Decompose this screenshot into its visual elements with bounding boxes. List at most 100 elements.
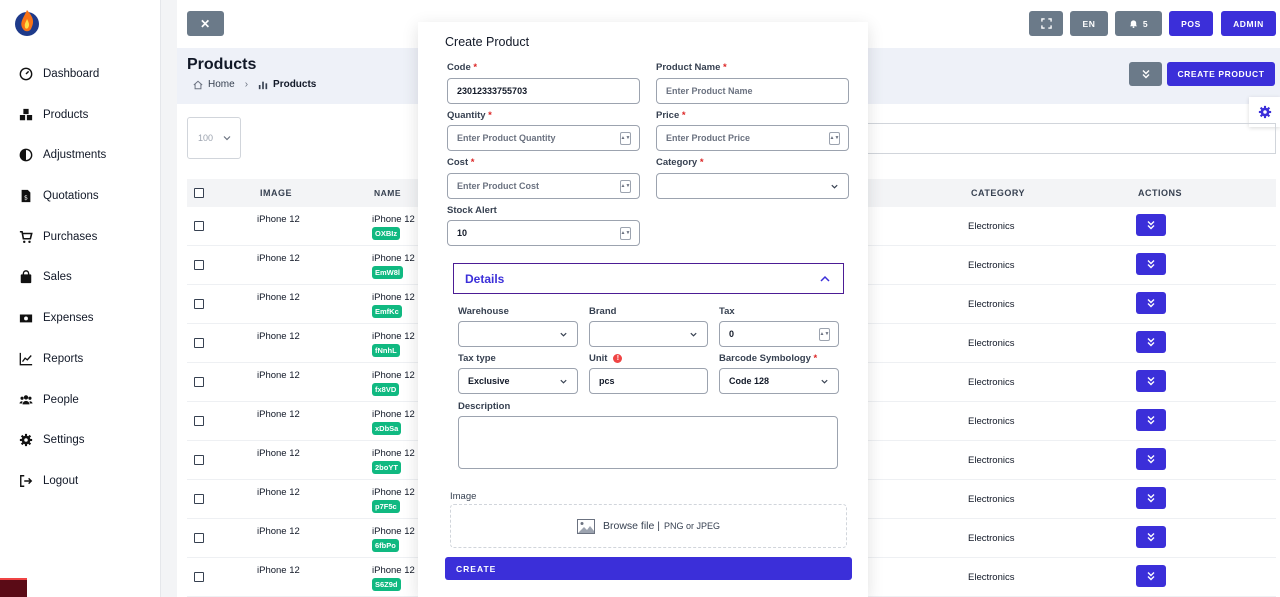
barcode-symbology-select[interactable]: Code 128	[719, 368, 839, 394]
tax-stepper[interactable]: ▲▼	[819, 328, 830, 341]
tax-field[interactable]: 0 ▲▼	[719, 321, 839, 347]
per-page-select[interactable]: 100	[187, 117, 241, 159]
row-checkbox[interactable]	[194, 377, 204, 387]
stock-alert-stepper[interactable]: ▲▼	[620, 227, 631, 240]
name-cell: iPhone 12 S6Z9d	[372, 565, 415, 591]
brand-label: Brand	[589, 306, 617, 317]
product-name: iPhone 12	[372, 526, 415, 537]
gear-icon	[1258, 105, 1271, 119]
sidebar-item-products[interactable]: Products	[18, 104, 88, 126]
sidebar-item-logout[interactable]: Logout	[18, 470, 78, 492]
fullscreen-icon	[1040, 18, 1052, 29]
name-cell: iPhone 12 OXBIz	[372, 214, 415, 240]
notifications-button[interactable]: 5	[1115, 11, 1162, 36]
search-input[interactable]	[862, 123, 1276, 154]
people-icon	[18, 393, 33, 408]
select-all-checkbox[interactable]	[194, 188, 204, 198]
sidebar-item-sales[interactable]: Sales	[18, 266, 72, 288]
sidebar-item-adjustments[interactable]: Adjustments	[18, 144, 106, 166]
sidebar-item-settings[interactable]: Settings	[18, 429, 85, 451]
product-name: iPhone 12	[372, 331, 415, 342]
row-actions-button[interactable]	[1136, 370, 1166, 392]
create-product-button[interactable]: CREATE PRODUCT	[1167, 62, 1275, 86]
row-actions-button[interactable]	[1136, 487, 1166, 509]
close-sidebar-button[interactable]: ✕	[187, 11, 224, 36]
row-actions-button[interactable]	[1136, 565, 1166, 587]
category-select[interactable]	[656, 173, 849, 199]
category-label: Category *	[656, 157, 704, 168]
sidebar-item-dashboard[interactable]: Dashboard	[18, 63, 99, 85]
sidebar-item-reports[interactable]: Reports	[18, 348, 83, 370]
pos-button[interactable]: POS	[1169, 11, 1213, 36]
cost-field[interactable]: Enter Product Cost ▲▼	[447, 173, 640, 199]
cost-stepper[interactable]: ▲▼	[620, 180, 631, 193]
money-icon	[18, 311, 33, 326]
warehouse-select[interactable]	[458, 321, 578, 347]
price-stepper[interactable]: ▲▼	[829, 132, 840, 145]
code-field[interactable]: 23012333755703	[447, 78, 640, 104]
debugbar-icon[interactable]	[0, 578, 27, 597]
browse-file-link[interactable]: Browse file |	[603, 520, 660, 532]
product-name: iPhone 12	[372, 292, 415, 303]
category-cell: Electronics	[968, 338, 1015, 349]
chevrons-down-icon	[1147, 221, 1155, 230]
image-cell: iPhone 12	[257, 565, 300, 576]
sidebar-item-people[interactable]: People	[18, 389, 79, 411]
cost-label: Cost *	[447, 157, 475, 168]
tax-type-label: Tax type	[458, 353, 496, 364]
description-textarea[interactable]	[458, 416, 838, 469]
fullscreen-button[interactable]	[1029, 11, 1063, 36]
chevrons-down-icon	[1147, 455, 1155, 464]
image-cell: iPhone 12	[257, 448, 300, 459]
unit-field[interactable]: pcs	[589, 368, 708, 394]
collapse-filter-button[interactable]	[1129, 62, 1162, 86]
product-name: iPhone 12	[372, 409, 415, 420]
row-checkbox[interactable]	[194, 455, 204, 465]
stock-alert-field[interactable]: 10 ▲▼	[447, 220, 640, 246]
language-button[interactable]: EN	[1070, 11, 1108, 36]
app-logo[interactable]	[13, 7, 41, 37]
product-name-field[interactable]: Enter Product Name	[656, 78, 849, 104]
price-field[interactable]: Enter Product Price ▲▼	[656, 125, 849, 151]
row-actions-button[interactable]	[1136, 214, 1166, 236]
image-label: Image	[450, 491, 477, 502]
sidebar-item-purchases[interactable]: Purchases	[18, 226, 97, 248]
barcode-symbology-label: Barcode Symbology *	[719, 353, 818, 364]
row-checkbox[interactable]	[194, 416, 204, 426]
details-accordion-header[interactable]: Details	[453, 263, 844, 294]
row-checkbox[interactable]	[194, 299, 204, 309]
sidebar-item-expenses[interactable]: Expenses	[18, 307, 94, 329]
tax-type-select[interactable]: Exclusive	[458, 368, 578, 394]
product-code-badge: 6fbPo	[372, 539, 399, 552]
quantity-field[interactable]: Enter Product Quantity ▲▼	[447, 125, 640, 151]
create-submit-button[interactable]: CREATE	[445, 557, 852, 580]
row-actions-button[interactable]	[1136, 448, 1166, 470]
row-checkbox[interactable]	[194, 494, 204, 504]
breadcrumb: Home › Products	[193, 79, 316, 90]
chevrons-down-icon	[1147, 299, 1155, 308]
column-header-image[interactable]: IMAGE	[260, 188, 292, 198]
row-actions-button[interactable]	[1136, 331, 1166, 353]
warning-icon: !	[613, 353, 623, 363]
product-code-badge: OXBIz	[372, 227, 401, 240]
row-actions-button[interactable]	[1136, 409, 1166, 431]
sidebar-item-quotations[interactable]: $ Quotations	[18, 185, 99, 207]
row-checkbox[interactable]	[194, 533, 204, 543]
row-actions-button[interactable]	[1136, 526, 1166, 548]
row-checkbox[interactable]	[194, 338, 204, 348]
row-checkbox[interactable]	[194, 572, 204, 582]
brand-select[interactable]	[589, 321, 708, 347]
product-name: iPhone 12	[372, 487, 415, 498]
row-actions-button[interactable]	[1136, 292, 1166, 314]
column-header-category[interactable]: CATEGORY	[971, 188, 1025, 198]
category-cell: Electronics	[968, 494, 1015, 505]
quotations-icon: $	[18, 189, 33, 204]
row-checkbox[interactable]	[194, 221, 204, 231]
quantity-stepper[interactable]: ▲▼	[620, 132, 631, 145]
image-dropzone[interactable]: Browse file | PNG or JPEG	[450, 504, 847, 548]
admin-menu-button[interactable]: ADMIN	[1221, 11, 1276, 36]
row-checkbox[interactable]	[194, 260, 204, 270]
column-header-name[interactable]: NAME	[374, 188, 401, 198]
breadcrumb-home[interactable]: Home	[208, 79, 235, 90]
row-actions-button[interactable]	[1136, 253, 1166, 275]
